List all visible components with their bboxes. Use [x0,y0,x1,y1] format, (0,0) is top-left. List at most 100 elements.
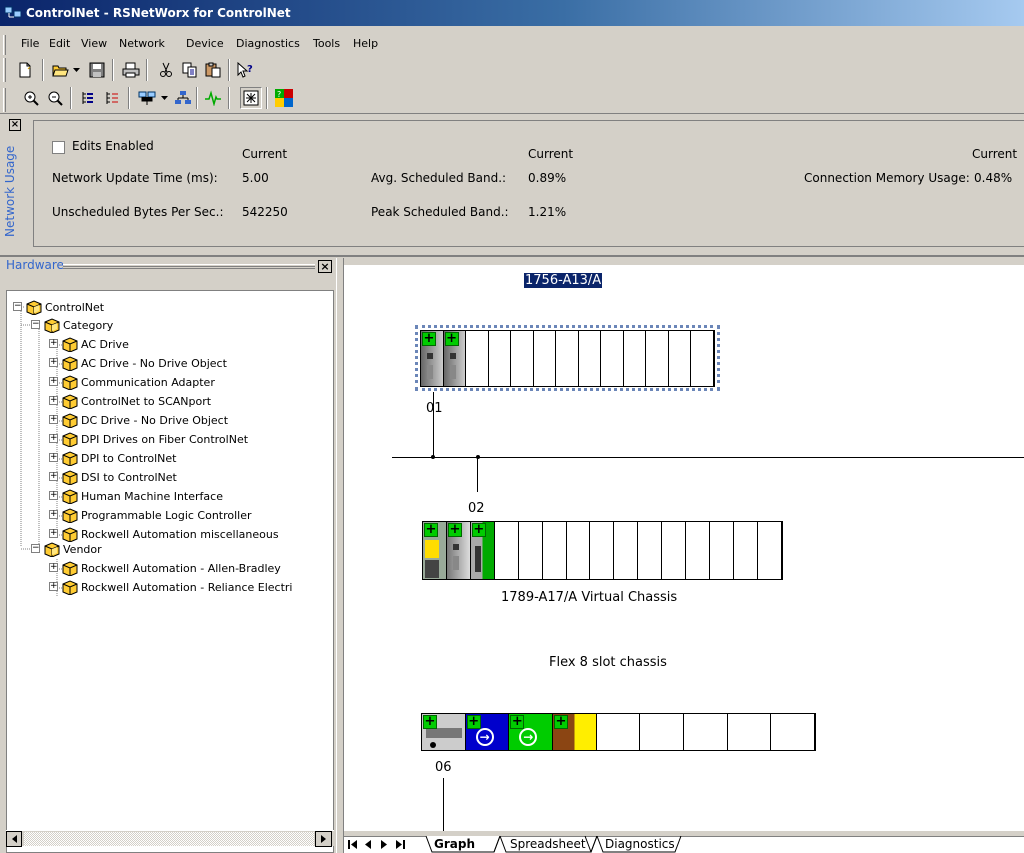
empty-slot[interactable] [734,522,758,579]
chassis-1789-a17[interactable]: + + + [422,521,783,580]
empty-slot[interactable] [638,522,663,579]
menu-edit[interactable]: Edit [49,37,70,50]
tree-item-category[interactable]: Communication Adapter [81,373,215,392]
expand-icon[interactable]: + [49,434,58,443]
tree-node-category[interactable]: Category [63,316,113,335]
zoom-in-icon[interactable] [20,87,42,109]
online-icon[interactable] [136,87,158,109]
tab-graph[interactable]: Graph [434,837,475,851]
panel-splitter[interactable] [336,258,344,853]
dropdown-icon[interactable] [70,59,82,81]
empty-slot[interactable] [511,331,534,386]
empty-slot[interactable] [624,331,647,386]
empty-slot[interactable] [771,714,815,750]
save-icon[interactable] [86,59,108,81]
print-icon[interactable] [120,59,142,81]
tree-item-category[interactable]: AC Drive [81,335,129,354]
flex-input-module-icon[interactable]: → + [465,714,510,750]
tree-item-category[interactable]: Human Machine Interface [81,487,223,506]
single-pass-browse-icon[interactable] [76,87,98,109]
dropdown-icon[interactable] [158,87,170,109]
tree-item-category[interactable]: DSI to ControlNet [81,468,177,487]
expand-icon[interactable]: + [49,510,58,519]
expand-icon[interactable]: + [49,491,58,500]
menu-file[interactable]: File [21,37,39,50]
menu-tools[interactable]: Tools [313,37,340,50]
help-pointer-icon[interactable]: ? [234,59,256,81]
empty-slot[interactable] [686,522,711,579]
menu-device[interactable]: Device [186,37,224,50]
properties-icon[interactable] [240,87,262,109]
network-icon[interactable] [172,87,194,109]
empty-slot[interactable] [556,331,579,386]
next-tab-icon[interactable] [379,839,389,850]
empty-slot[interactable] [543,522,567,579]
empty-slot[interactable] [640,714,684,750]
close-icon[interactable]: × [318,260,332,273]
empty-slot[interactable] [601,331,624,386]
graph-view[interactable]: 1756-A13/A + + 01 02 + + + 1789-A17/A Virtu… [344,265,1024,831]
scroll-track[interactable] [24,832,314,846]
empty-slot[interactable] [662,522,687,579]
empty-slot[interactable] [728,714,772,750]
edits-enabled-checkbox[interactable] [52,141,65,154]
controlnet-icon[interactable]: ? [273,87,295,109]
tab-spreadsheet[interactable]: Spreadsheet [510,837,586,851]
empty-slot[interactable] [519,522,543,579]
tree-item-category[interactable]: DPI to ControlNet [81,449,176,468]
menu-diagnostics[interactable]: Diagnostics [236,37,300,50]
first-tab-icon[interactable] [347,839,359,850]
menu-network[interactable]: Network [119,37,165,50]
empty-slot[interactable] [579,331,602,386]
expand-icon[interactable]: + [49,396,58,405]
tree-item-vendor[interactable]: Rockwell Automation - Allen-Bradley [81,559,281,578]
expand-icon[interactable]: + [49,339,58,348]
empty-slot[interactable] [684,714,728,750]
memory-module-icon[interactable]: + [446,522,471,579]
tree-item-vendor[interactable]: Rockwell Automation - Reliance Electri [81,578,292,597]
empty-slot[interactable] [758,522,782,579]
menu-view[interactable]: View [81,37,107,50]
horizontal-scrollbar[interactable] [6,830,334,847]
network-module-icon[interactable]: + [470,522,495,579]
tree-icon[interactable] [101,87,123,109]
expand-icon[interactable]: + [49,358,58,367]
hardware-tree[interactable]: − ControlNet − Category + AC Drive + AC Drive -… [6,290,334,853]
expand-icon[interactable]: + [49,472,58,481]
empty-slot[interactable] [710,522,734,579]
empty-slot[interactable] [614,522,639,579]
tree-node-root[interactable]: ControlNet [45,298,104,317]
open-icon[interactable] [50,59,72,81]
scroll-left-arrow-icon[interactable] [6,831,22,847]
tab-diagnostics[interactable]: Diagnostics [605,837,675,851]
processor-module-icon[interactable]: + [423,522,447,579]
collapse-icon[interactable]: − [13,302,22,311]
expand-icon[interactable]: + [49,563,58,572]
empty-slot[interactable] [646,331,669,386]
tree-item-category[interactable]: DC Drive - No Drive Object [81,411,228,430]
empty-slot[interactable] [597,714,641,750]
expand-icon[interactable]: + [49,377,58,386]
empty-slot[interactable] [590,522,615,579]
paste-icon[interactable] [202,59,224,81]
tree-item-category[interactable]: ControlNet to SCANport [81,392,211,411]
collapse-icon[interactable]: − [31,320,40,329]
copy-icon[interactable] [179,59,201,81]
collapse-icon[interactable]: − [31,544,40,553]
scroll-right-arrow-icon[interactable] [315,831,332,847]
close-icon[interactable]: × [9,119,21,131]
tree-item-category[interactable]: DPI Drives on Fiber ControlNet [81,430,248,449]
chassis-flex-8-slot[interactable]: + → + → + + [421,713,816,751]
tree-node-vendor[interactable]: Vendor [63,540,102,559]
empty-slot[interactable] [567,522,591,579]
controller-module-icon[interactable]: + [421,331,444,386]
expand-icon[interactable]: + [49,415,58,424]
empty-slot[interactable] [534,331,557,386]
flex-adapter-icon[interactable]: + [422,714,466,750]
prev-tab-icon[interactable] [363,839,373,850]
tree-item-category[interactable]: Rockwell Automation miscellaneous [81,525,279,544]
empty-slot[interactable] [495,522,519,579]
expand-icon[interactable]: + [49,453,58,462]
empty-slot[interactable] [669,331,692,386]
new-icon[interactable] [14,59,36,81]
